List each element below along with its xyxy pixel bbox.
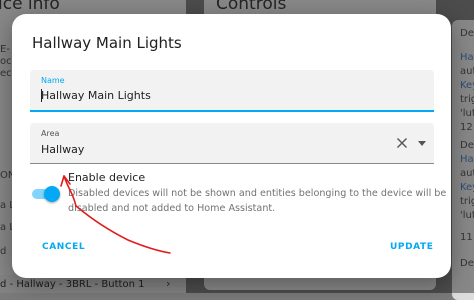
text-caret (41, 89, 42, 102)
name-field-label: Name (41, 76, 65, 85)
toggle-knob (44, 186, 60, 202)
name-field[interactable]: Name (30, 70, 434, 112)
enable-device-toggle[interactable] (30, 186, 60, 202)
enable-device-label: Enable device (68, 171, 146, 184)
area-value[interactable]: Hallway (41, 143, 84, 156)
dialog-title: Hallway Main Lights (32, 34, 182, 52)
name-input[interactable] (41, 89, 371, 102)
close-icon[interactable] (396, 137, 408, 149)
enable-device-description: Disabled devices will not be shown and e… (68, 188, 447, 214)
cancel-button[interactable]: CANCEL (42, 242, 85, 252)
dropdown-arrow-icon[interactable] (418, 141, 426, 146)
area-select[interactable]: Area Hallway (30, 123, 434, 164)
area-field-label: Area (41, 129, 60, 138)
device-settings-dialog: Hallway Main Lights Name Area Hallway En… (12, 14, 451, 278)
update-button[interactable]: UPDATE (390, 242, 434, 252)
